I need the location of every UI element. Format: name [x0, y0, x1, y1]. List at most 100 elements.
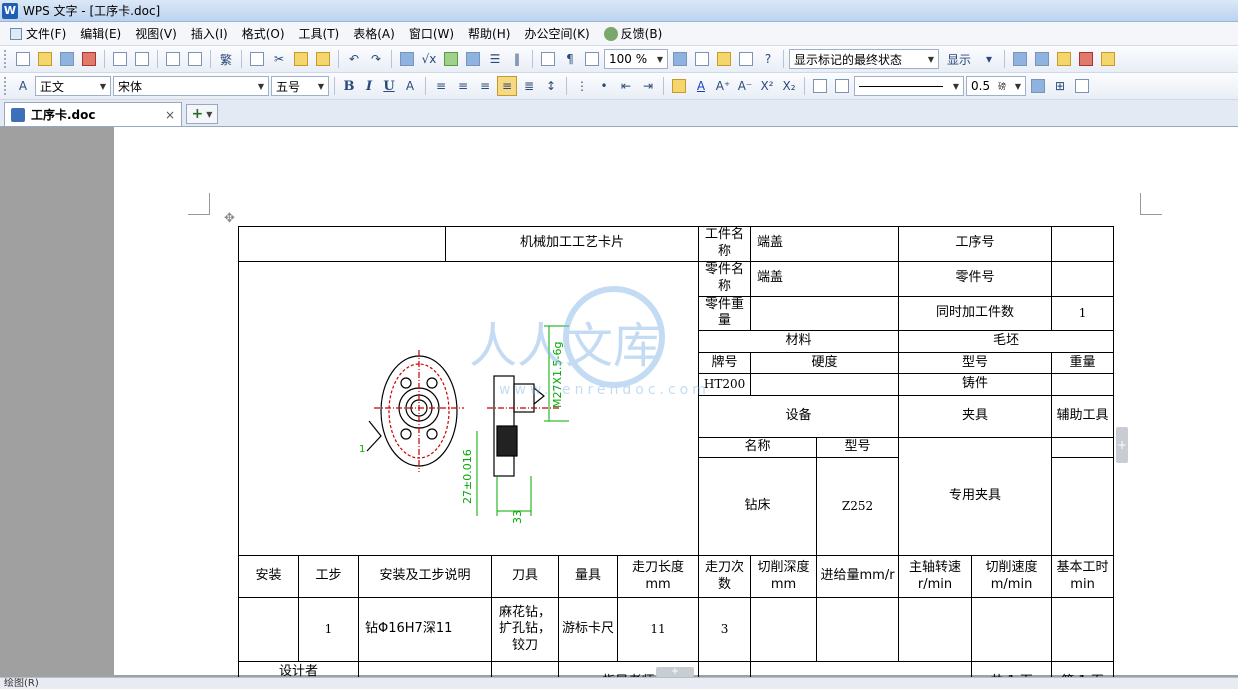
hyperlink-button[interactable] — [441, 49, 461, 69]
cell-gauge[interactable]: 游标卡尺 — [558, 597, 619, 663]
styles-pane-button[interactable]: A — [13, 76, 33, 96]
track-changes-select[interactable]: 显示标记的最终状态 ▼ — [789, 49, 939, 69]
help-button[interactable]: ? — [758, 49, 778, 69]
prev-change-button[interactable] — [1054, 49, 1074, 69]
value-grade[interactable]: HT200 — [698, 373, 752, 397]
align-left-button[interactable]: ≡ — [431, 76, 451, 96]
value-equip-name[interactable]: 钻床 — [698, 457, 818, 557]
accept-change-button[interactable] — [1010, 49, 1030, 69]
border-color-button[interactable] — [1028, 76, 1048, 96]
cut-button[interactable]: ✂ — [269, 49, 289, 69]
cell-length[interactable]: 11 — [617, 597, 700, 663]
toolbar-grip[interactable] — [4, 50, 7, 68]
highlight-color-button[interactable] — [669, 76, 689, 96]
insert-grid-button[interactable] — [463, 49, 483, 69]
menu-office-space[interactable]: 办公空间(K) — [517, 23, 596, 45]
show-menu-button[interactable]: 显示 — [941, 49, 977, 69]
menu-insert[interactable]: 插入(I) — [184, 23, 235, 45]
copy-button[interactable] — [247, 49, 267, 69]
find-button[interactable] — [692, 49, 712, 69]
value-hardness[interactable] — [750, 373, 900, 397]
menu-tools[interactable]: 工具(T) — [292, 23, 347, 45]
cell-feed[interactable] — [816, 597, 900, 663]
cell-time[interactable] — [1051, 597, 1115, 663]
cell-tool[interactable]: 麻花钻，扩孔钻，铰刀 — [491, 597, 560, 663]
menu-window[interactable]: 窗口(W) — [402, 23, 461, 45]
align-center-button[interactable]: ≡ — [453, 76, 473, 96]
value-part-name[interactable]: 端盖 — [750, 226, 900, 262]
traditional-chinese-button[interactable]: 繁 — [216, 49, 236, 69]
distribute-button[interactable]: ≣ — [519, 76, 539, 96]
doc-map-button[interactable] — [538, 49, 558, 69]
reject-change-button[interactable] — [1032, 49, 1052, 69]
value-equip-model[interactable]: Z252 — [816, 457, 900, 557]
value-proc-no[interactable] — [1051, 226, 1115, 262]
superscript-button[interactable]: X² — [757, 76, 777, 96]
document-page[interactable]: ✥ 机械加工工艺卡片 工件名称 端盖 工序号 1 M27X1.5-6g 27±0… — [114, 127, 1238, 689]
page-view-button[interactable] — [582, 49, 602, 69]
undo-button[interactable]: ↶ — [344, 49, 364, 69]
wps-shirt-button[interactable] — [736, 49, 756, 69]
format-painter-button[interactable] — [313, 49, 333, 69]
value-weight[interactable] — [750, 295, 900, 332]
expand-bottom-button[interactable]: + — [656, 667, 694, 677]
redo-button[interactable]: ↷ — [366, 49, 386, 69]
bullets-button[interactable]: • — [594, 76, 614, 96]
font-size-select[interactable]: 五号 ▼ — [271, 76, 329, 96]
draw-table-button[interactable] — [832, 76, 852, 96]
format-painter-split-button[interactable] — [185, 49, 205, 69]
line-spacing-button[interactable]: ↕ — [541, 76, 561, 96]
value-fixture[interactable]: 专用夹具 — [898, 437, 1053, 557]
cell-step[interactable]: 1 — [298, 597, 359, 663]
increase-indent-button[interactable]: ⇥ — [638, 76, 658, 96]
table-move-handle-icon[interactable]: ✥ — [224, 212, 238, 226]
cell-passes[interactable]: 3 — [698, 597, 752, 663]
template-button[interactable] — [714, 49, 734, 69]
next-change-button[interactable] — [1076, 49, 1096, 69]
highlight-button[interactable] — [1098, 49, 1118, 69]
read-mode-button[interactable] — [670, 49, 690, 69]
drawing-menu[interactable]: 绘图(R) — [4, 678, 39, 689]
justify-button[interactable]: ≡ — [497, 76, 517, 96]
chart-button[interactable]: ‖ — [507, 49, 527, 69]
menu-help[interactable]: 帮助(H) — [461, 23, 517, 45]
value-aux-tool[interactable] — [1051, 457, 1115, 557]
new-doc-button[interactable] — [13, 49, 33, 69]
show-marks-button[interactable]: ¶ — [560, 49, 580, 69]
print-preview-button[interactable] — [132, 49, 152, 69]
menu-table[interactable]: 表格(A) — [346, 23, 402, 45]
zoom-select[interactable]: 100 % ▼ — [604, 49, 668, 69]
close-tab-icon[interactable]: × — [165, 108, 175, 122]
tab-document[interactable]: 工序卡.doc × — [4, 102, 182, 126]
open-button[interactable] — [35, 49, 55, 69]
menu-file[interactable]: 文件(F) — [4, 23, 73, 45]
value-blank-type[interactable]: 铸件 — [898, 373, 1053, 397]
insert-table-button[interactable] — [397, 49, 417, 69]
shading-button[interactable] — [1072, 76, 1092, 96]
expand-sidebar-button[interactable]: + — [1116, 427, 1128, 463]
bold-button[interactable]: B — [340, 76, 358, 96]
style-select[interactable]: 正文 ▼ — [35, 76, 111, 96]
columns-button[interactable]: ☰ — [485, 49, 505, 69]
paste-button[interactable] — [291, 49, 311, 69]
menu-view[interactable]: 视图(V) — [128, 23, 184, 45]
value-simul[interactable]: 1 — [1051, 295, 1115, 332]
cell-cut-speed[interactable] — [971, 597, 1053, 663]
font-effect-button[interactable]: A — [400, 76, 420, 96]
font-color-button[interactable]: A — [691, 76, 711, 96]
menu-feedback[interactable]: 反馈(B) — [597, 23, 670, 45]
formula-button[interactable]: √x — [419, 49, 439, 69]
decrease-indent-button[interactable]: ⇤ — [616, 76, 636, 96]
subscript-button[interactable]: X₂ — [779, 76, 799, 96]
borders-button[interactable]: ⊞ — [1050, 76, 1070, 96]
print-button[interactable] — [110, 49, 130, 69]
export-pdf-button[interactable] — [79, 49, 99, 69]
font-select[interactable]: 宋体 ▼ — [113, 76, 269, 96]
underline-button[interactable]: U — [380, 76, 398, 96]
value-component-name[interactable]: 端盖 — [750, 260, 900, 297]
new-tab-button[interactable]: + ▼ — [186, 104, 218, 124]
save-button[interactable] — [57, 49, 77, 69]
value-blank-weight[interactable] — [1051, 373, 1115, 397]
cell-desc[interactable]: 钻Φ16H7深11 — [357, 597, 493, 663]
cell-install[interactable] — [238, 597, 299, 663]
